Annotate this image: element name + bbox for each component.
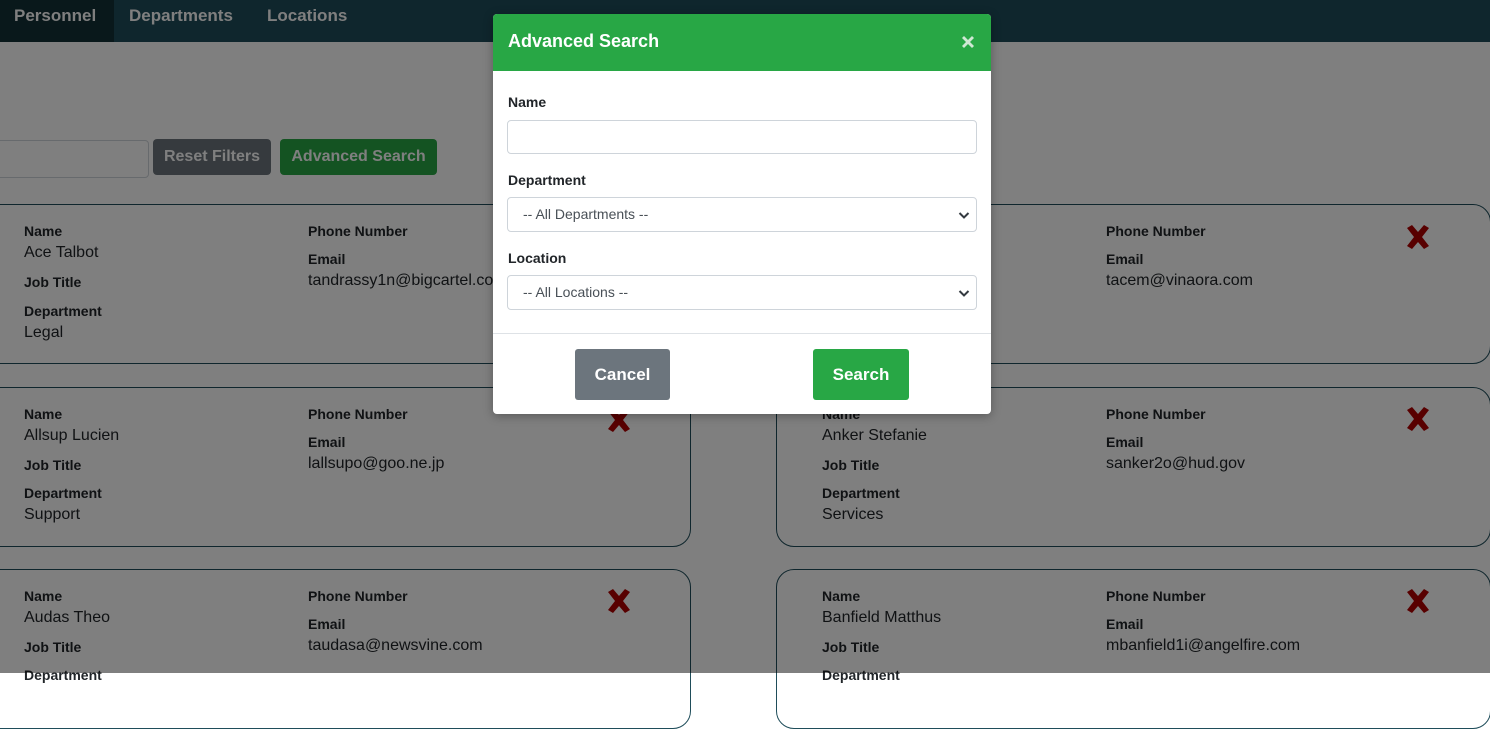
modal-footer-divider bbox=[493, 333, 991, 334]
location-field-label: Location bbox=[508, 250, 567, 266]
department-selected-value: -- All Departments -- bbox=[523, 206, 649, 222]
search-button[interactable]: Search bbox=[813, 349, 909, 400]
advanced-search-modal: Advanced Search Name Department -- All D… bbox=[493, 14, 991, 414]
department-field-label: Department bbox=[508, 172, 586, 188]
department-select[interactable]: -- All Departments -- bbox=[507, 197, 977, 232]
chevron-down-icon bbox=[958, 290, 970, 297]
modal-header: Advanced Search bbox=[493, 14, 991, 71]
name-input[interactable] bbox=[507, 120, 977, 154]
location-selected-value: -- All Locations -- bbox=[523, 284, 629, 300]
close-icon[interactable] bbox=[959, 33, 977, 51]
location-select[interactable]: -- All Locations -- bbox=[507, 275, 977, 310]
chevron-down-icon bbox=[958, 212, 970, 219]
cancel-button[interactable]: Cancel bbox=[575, 349, 670, 400]
modal-title: Advanced Search bbox=[508, 31, 660, 51]
name-field-label: Name bbox=[508, 94, 547, 110]
